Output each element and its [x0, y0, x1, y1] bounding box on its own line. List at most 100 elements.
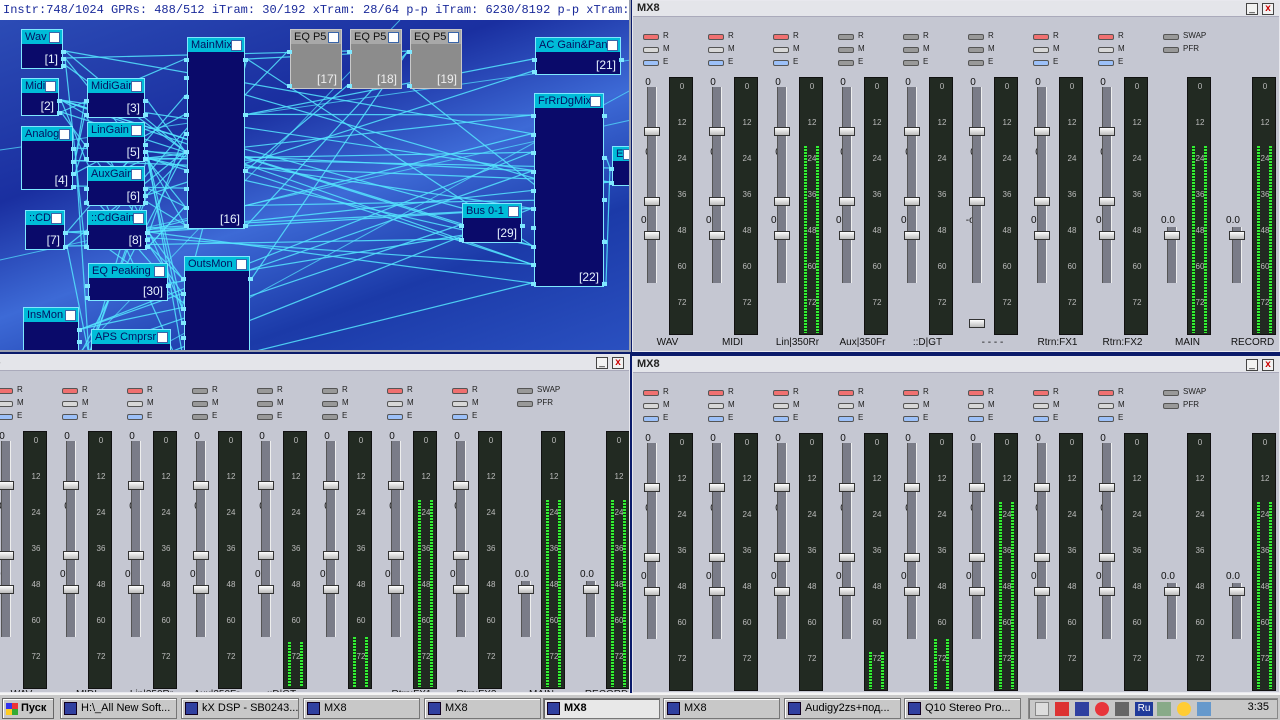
m-led[interactable]: [192, 401, 208, 407]
close-button[interactable]: x: [1262, 359, 1274, 371]
dsp-input-pin[interactable]: [181, 291, 186, 296]
r-led[interactable]: [1098, 34, 1114, 40]
pfr-toggle[interactable]: PFR: [1163, 400, 1219, 412]
fader-knob[interactable]: [839, 483, 855, 492]
dsp-input-pin[interactable]: [531, 188, 536, 193]
rme-toggle[interactable]: M: [708, 44, 764, 56]
rme-toggle[interactable]: M: [1033, 44, 1089, 56]
rme-toggle[interactable]: E: [773, 57, 829, 69]
m-led[interactable]: [257, 401, 273, 407]
e-led[interactable]: [708, 416, 724, 422]
rme-toggle[interactable]: E: [452, 411, 508, 423]
dsp-input-pin[interactable]: [347, 84, 352, 88]
fader-knob[interactable]: [644, 587, 660, 596]
fader-knob[interactable]: [904, 587, 920, 596]
taskbar-button[interactable]: kX DSP - SB0243...: [181, 698, 299, 719]
dsp-input-pin[interactable]: [181, 321, 186, 326]
minimize-button[interactable]: _: [1246, 3, 1258, 15]
fader-knob[interactable]: [1099, 587, 1115, 596]
rme-toggle[interactable]: E: [192, 411, 248, 423]
fader-knob[interactable]: [0, 551, 14, 560]
rme-toggle[interactable]: E: [1033, 413, 1089, 425]
e-led[interactable]: [643, 416, 659, 422]
fader-knob[interactable]: [1164, 231, 1180, 240]
rme-toggle[interactable]: M: [1033, 400, 1089, 412]
fader-knob[interactable]: [323, 585, 339, 594]
fader-knob[interactable]: [709, 553, 725, 562]
close-button[interactable]: x: [1262, 3, 1274, 15]
pfr-led[interactable]: [1163, 403, 1179, 409]
r-led[interactable]: [127, 388, 143, 394]
volume-fader-track[interactable]: [842, 443, 852, 639]
m-led[interactable]: [903, 47, 919, 53]
fader-knob[interactable]: [904, 127, 920, 136]
pfr-led[interactable]: [1163, 47, 1179, 53]
rme-toggle[interactable]: M: [838, 44, 894, 56]
dsp-input-pin[interactable]: [531, 207, 536, 212]
rme-toggle[interactable]: E: [838, 413, 894, 425]
dsp-input-pin[interactable]: [181, 336, 186, 341]
e-led[interactable]: [1033, 60, 1049, 66]
volume-fader-track[interactable]: [1102, 87, 1112, 283]
pfr-toggle[interactable]: PFR: [517, 398, 573, 410]
close-button[interactable]: x: [612, 357, 624, 369]
rme-toggle[interactable]: R: [708, 31, 764, 43]
dsp-output-pin[interactable]: [243, 113, 248, 118]
fader-knob[interactable]: [969, 197, 985, 206]
mx8-window-bottom-left[interactable]: X8_xRME000.00122436486072WAVRME000.00122…: [0, 354, 630, 693]
fader-knob[interactable]: [644, 197, 660, 206]
rme-toggle[interactable]: E: [903, 57, 959, 69]
rme-toggle[interactable]: R: [968, 387, 1024, 399]
rme-toggle[interactable]: M: [257, 398, 313, 410]
fader-knob[interactable]: [644, 553, 660, 562]
e-led[interactable]: [773, 416, 789, 422]
dsp-input-pin[interactable]: [531, 132, 536, 137]
m-led[interactable]: [322, 401, 338, 407]
e-led[interactable]: [643, 60, 659, 66]
dsp-output-pin[interactable]: [71, 147, 76, 151]
r-led[interactable]: [257, 388, 273, 394]
volume-fader-track[interactable]: [842, 87, 852, 283]
r-led[interactable]: [387, 388, 403, 394]
rme-toggle[interactable]: R: [643, 31, 699, 43]
e-led[interactable]: [127, 414, 143, 420]
rme-toggle[interactable]: M: [903, 400, 959, 412]
rme-toggle[interactable]: R: [62, 385, 118, 397]
dsp-output-pin[interactable]: [143, 194, 148, 198]
volume-fader-track[interactable]: [647, 87, 657, 283]
minimize-button[interactable]: _: [596, 357, 608, 369]
dsp-output-pin[interactable]: [602, 282, 607, 286]
rme-toggle[interactable]: E: [62, 411, 118, 423]
fader-knob[interactable]: [969, 483, 985, 492]
rme-toggle[interactable]: M: [452, 398, 508, 410]
volume-fader-track[interactable]: [196, 441, 206, 637]
fader-knob[interactable]: [63, 551, 79, 560]
e-led[interactable]: [192, 414, 208, 420]
fader-knob[interactable]: [1034, 127, 1050, 136]
fader-knob[interactable]: [969, 553, 985, 562]
fader-knob[interactable]: [644, 127, 660, 136]
fader-knob[interactable]: [1229, 587, 1245, 596]
rme-toggle[interactable]: R: [1098, 31, 1154, 43]
rme-toggle[interactable]: E: [968, 57, 1024, 69]
mx8-window-bottom-right[interactable]: MX8_xRME000.00122436486072WAVRME000.0012…: [632, 356, 1280, 693]
fader-knob[interactable]: [193, 551, 209, 560]
dsp-block[interactable]: AC Gain&Pan [21]: [532, 37, 624, 75]
fader-knob[interactable]: [193, 481, 209, 490]
rme-toggle[interactable]: R: [192, 385, 248, 397]
volume-fader-track[interactable]: [1, 441, 11, 637]
fader-knob[interactable]: [839, 127, 855, 136]
r-led[interactable]: [62, 388, 78, 394]
rme-toggle[interactable]: M: [773, 44, 829, 56]
rme-toggle[interactable]: E: [643, 413, 699, 425]
dsp-block[interactable]: FrRrDgMix [22]: [531, 93, 607, 287]
r-led[interactable]: [322, 388, 338, 394]
dsp-input-pin[interactable]: [184, 131, 189, 136]
m-led[interactable]: [838, 47, 854, 53]
r-led[interactable]: [1098, 390, 1114, 396]
dsp-block[interactable]: OutsMon: [181, 256, 253, 350]
taskbar-button[interactable]: H:\_All New Soft...: [60, 698, 177, 719]
fader-knob[interactable]: [709, 127, 725, 136]
dsp-block[interactable]: LinGain [5]: [84, 122, 148, 162]
fader-knob[interactable]: [258, 481, 274, 490]
